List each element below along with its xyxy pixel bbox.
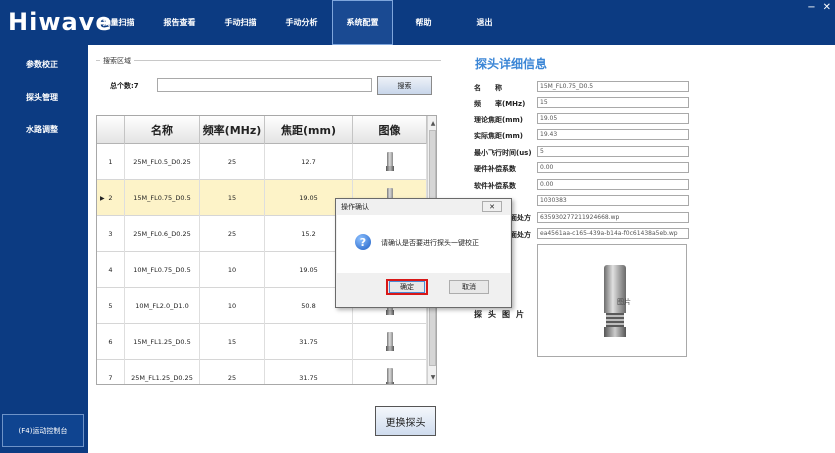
row-frequency: 15 bbox=[200, 324, 265, 360]
probe-thumbnail-icon bbox=[385, 332, 395, 352]
main-nav: 批量扫描 报告查看 手动扫描 手动分析 系统配置 帮助 退出 bbox=[88, 0, 515, 45]
dialog-close-icon[interactable]: ✕ bbox=[482, 201, 502, 212]
sidebar-item-param-calibration[interactable]: 参数校正 bbox=[0, 53, 88, 75]
dialog-body: ? 请确认是否要进行探头一键校正 bbox=[337, 215, 510, 273]
close-icon[interactable]: ✕ bbox=[823, 2, 831, 13]
detail-label-theoretical-focus: 理论焦距(mm) bbox=[474, 116, 523, 124]
detail-label-actual-focus: 实际焦距(mm) bbox=[474, 132, 523, 140]
row-name: 25M_FL0.5_D0.25 bbox=[125, 144, 200, 180]
top-bar: Hiwave 批量扫描 报告查看 手动扫描 手动分析 系统配置 帮助 退出 − … bbox=[0, 0, 835, 45]
row-index: 1 bbox=[97, 144, 125, 180]
detail-field-actual-focus[interactable]: 19.43 bbox=[537, 129, 689, 140]
nav-exit[interactable]: 退出 bbox=[454, 0, 515, 45]
nav-report-view[interactable]: 报告查看 bbox=[149, 0, 210, 45]
dialog-cancel-button[interactable]: 取消 bbox=[449, 280, 489, 294]
column-header-frequency: 频率(MHz) bbox=[200, 116, 265, 144]
row-image bbox=[353, 360, 427, 384]
column-header-image: 图像 bbox=[353, 116, 427, 144]
row-frequency: 15 bbox=[200, 180, 265, 216]
column-header-focus: 焦距(mm) bbox=[265, 116, 353, 144]
detail-field-theoretical-focus[interactable]: 19.05 bbox=[537, 113, 689, 124]
nav-help[interactable]: 帮助 bbox=[393, 0, 454, 45]
motion-console-button[interactable]: (F4)运动控制台 bbox=[2, 414, 84, 447]
column-header-index bbox=[97, 116, 125, 144]
row-selected-marker-icon: ▶ bbox=[100, 194, 105, 202]
table-row[interactable]: 1 25M_FL0.5_D0.25 25 12.7 bbox=[97, 144, 427, 180]
detail-field-min-flight-time[interactable]: 5 bbox=[537, 146, 689, 157]
row-index: 6 bbox=[97, 324, 125, 360]
row-frequency: 25 bbox=[200, 144, 265, 180]
row-frequency: 25 bbox=[200, 360, 265, 384]
search-legend: 搜索区域 bbox=[100, 56, 134, 66]
probe-thumbnail-icon bbox=[385, 152, 395, 172]
search-input[interactable] bbox=[157, 78, 372, 92]
row-index: 4 bbox=[97, 252, 125, 288]
row-index: 5 bbox=[97, 288, 125, 324]
detail-field-software-comp[interactable]: 0.00 bbox=[537, 179, 689, 190]
probe-photo-caption: 图片 bbox=[617, 298, 631, 306]
row-focus: 12.7 bbox=[265, 144, 353, 180]
dialog-message: 请确认是否要进行探头一键校正 bbox=[381, 239, 479, 247]
total-count-label: 总个数:7 bbox=[110, 82, 139, 90]
detail-label-recipe-b: 面处方 bbox=[510, 231, 531, 239]
row-name: 10M_FL2.0_D1.0 bbox=[125, 288, 200, 324]
detail-field-recipe-a[interactable]: 635930277211924668.wp bbox=[537, 212, 689, 223]
detail-field-recipe-b[interactable]: ea4561aa-c165-439a-b14a-f0c61438a5eb.wp bbox=[537, 228, 689, 239]
dialog-ok-label: 确定 bbox=[389, 281, 425, 293]
confirm-dialog: 操作确认 ✕ ? 请确认是否要进行探头一键校正 确定 取消 bbox=[335, 198, 512, 308]
row-image bbox=[353, 324, 427, 360]
detail-label-name: 名 称 bbox=[474, 84, 502, 92]
detail-label-software-comp: 软件补偿系数 bbox=[474, 182, 516, 190]
table-header: 名称 频率(MHz) 焦距(mm) 图像 bbox=[97, 116, 427, 144]
question-icon: ? bbox=[355, 234, 371, 250]
scroll-down-icon[interactable]: ▼ bbox=[428, 371, 436, 383]
detail-field-serial[interactable]: 1030383 bbox=[537, 195, 689, 206]
row-frequency: 10 bbox=[200, 288, 265, 324]
row-index: 3 bbox=[97, 216, 125, 252]
replace-probe-button[interactable]: 更换探头 bbox=[375, 406, 436, 436]
row-name: 15M_FL0.75_D0.5 bbox=[125, 180, 200, 216]
column-header-name: 名称 bbox=[125, 116, 200, 144]
row-index: ▶ 2 bbox=[97, 180, 125, 216]
row-frequency: 25 bbox=[200, 216, 265, 252]
nav-system-config[interactable]: 系统配置 bbox=[332, 0, 393, 45]
nav-manual-scan[interactable]: 手动扫描 bbox=[210, 0, 271, 45]
nav-manual-analysis[interactable]: 手动分析 bbox=[271, 0, 332, 45]
row-name: 15M_FL1.25_D0.5 bbox=[125, 324, 200, 360]
row-image bbox=[353, 144, 427, 180]
detail-label-min-flight-time: 最小飞行时间(us) bbox=[474, 149, 532, 157]
sidebar-item-probe-management[interactable]: 探头管理 bbox=[0, 86, 88, 108]
probe-photo-label: 探头图片 bbox=[474, 310, 530, 319]
dialog-ok-button[interactable]: 确定 bbox=[386, 279, 428, 295]
sidebar-item-water-adjust[interactable]: 水路调整 bbox=[0, 118, 88, 140]
scroll-up-icon[interactable]: ▲ bbox=[428, 117, 436, 129]
row-name: 10M_FL0.75_D0.5 bbox=[125, 252, 200, 288]
table-row[interactable]: 7 25M_FL1.25_D0.25 25 31.75 bbox=[97, 360, 427, 384]
detail-label-recipe-a: 面处方 bbox=[510, 214, 531, 222]
sidebar: 参数校正 探头管理 水路调整 (F4)运动控制台 bbox=[0, 45, 88, 453]
detail-label-frequency: 频 率(MHz) bbox=[474, 100, 526, 108]
row-focus: 31.75 bbox=[265, 324, 353, 360]
probe-thumbnail-icon bbox=[385, 368, 395, 384]
detail-label-hardware-comp: 硬件补偿系数 bbox=[474, 165, 516, 173]
row-index: 7 bbox=[97, 360, 125, 384]
row-name: 25M_FL0.6_D0.25 bbox=[125, 216, 200, 252]
row-focus: 31.75 bbox=[265, 360, 353, 384]
nav-batch-scan[interactable]: 批量扫描 bbox=[88, 0, 149, 45]
row-name: 25M_FL1.25_D0.25 bbox=[125, 360, 200, 384]
detail-title: 探头详细信息 bbox=[475, 57, 548, 71]
table-row[interactable]: 6 15M_FL1.25_D0.5 15 31.75 bbox=[97, 324, 427, 360]
window-controls: − ✕ bbox=[807, 2, 831, 13]
search-button[interactable]: 搜索 bbox=[377, 76, 432, 95]
minimize-icon[interactable]: − bbox=[807, 2, 815, 13]
row-frequency: 10 bbox=[200, 252, 265, 288]
detail-field-name[interactable]: 15M_FL0.75_D0.5 bbox=[537, 81, 689, 92]
detail-field-hardware-comp[interactable]: 0.00 bbox=[537, 162, 689, 173]
detail-field-frequency[interactable]: 15 bbox=[537, 97, 689, 108]
